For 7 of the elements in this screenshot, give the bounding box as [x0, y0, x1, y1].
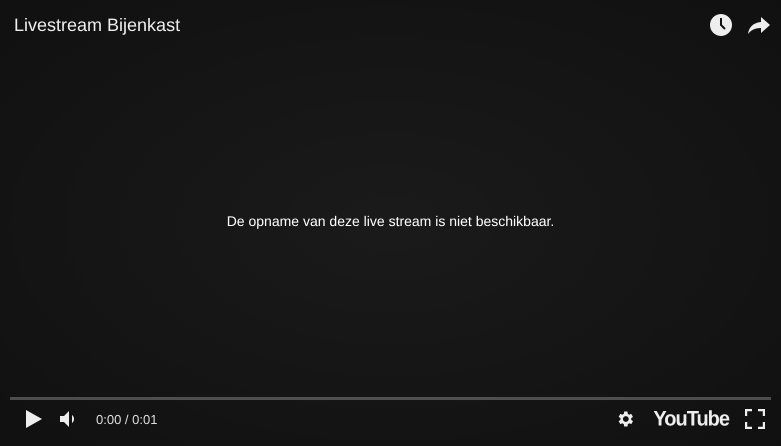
video-title[interactable]: Livestream Bijenkast	[14, 14, 180, 36]
unavailable-message: De opname van deze live stream is niet beschikbaar.	[226, 212, 554, 228]
time-display: 0:00 / 0:01	[96, 412, 158, 426]
play-icon[interactable]	[26, 410, 42, 428]
clock-icon[interactable]	[709, 13, 733, 37]
fullscreen-icon[interactable]	[745, 409, 765, 429]
youtube-logo[interactable]: YouTube	[653, 406, 729, 432]
